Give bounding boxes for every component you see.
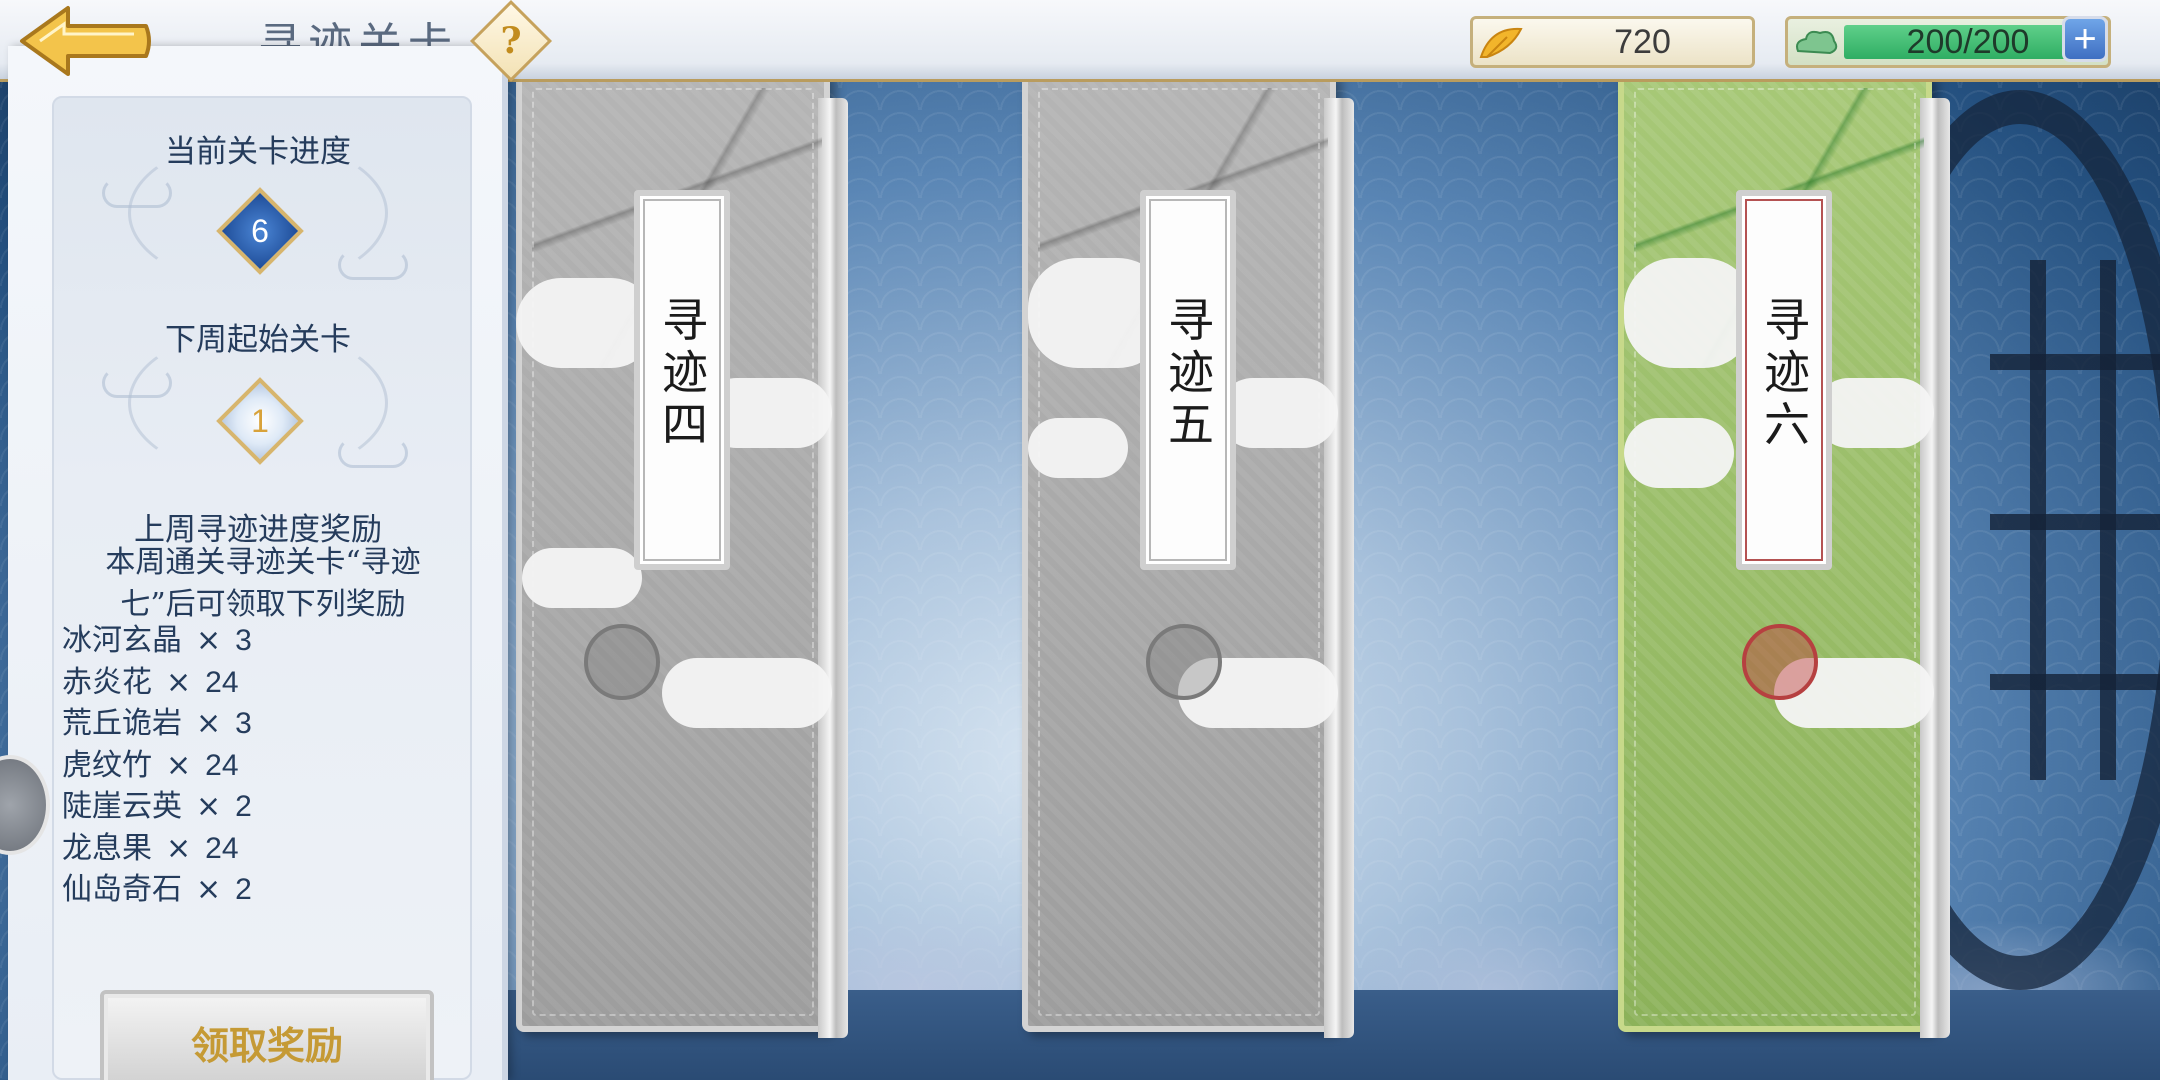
stage-name: 寻迹五 [1161, 296, 1215, 452]
reward-item: 赤炎花 × 24 [62, 664, 239, 700]
coin-value: 720 [1614, 22, 1671, 61]
cloud-decoration [1814, 378, 1934, 448]
cloud-decoration [522, 548, 642, 608]
card-pages [818, 98, 848, 1038]
cloud-decoration [1624, 418, 1734, 488]
cloud-ornament [338, 438, 408, 468]
reward-item: 冰河玄晶 × 3 [62, 623, 252, 658]
progress-panel: 当前关卡进度 6 下周起始关卡 1 上周寻迹进度奖励 本周通关寻迹关卡“寻迹 七… [8, 46, 508, 1080]
cloud-ornament [102, 368, 172, 398]
stage-card-5[interactable]: 寻迹五 [1022, 72, 1354, 1038]
stamina-value: 200/200 [1906, 22, 2030, 61]
next-week-label: 下周起始关卡 [165, 322, 351, 358]
ginkgo-leaf-icon [1479, 27, 1523, 58]
stage-name-scroll: 寻迹六 [1736, 190, 1832, 570]
cloud-decoration [1028, 418, 1128, 478]
stage-name-scroll: 寻迹五 [1140, 190, 1236, 570]
stage-card-4[interactable]: 寻迹四 [516, 72, 848, 1038]
stage-card-6[interactable]: 寻迹六 [1618, 72, 1950, 1038]
cloud-icon [1796, 30, 1838, 55]
seal-stamp-icon [1742, 624, 1818, 700]
stage-name: 寻迹四 [655, 296, 709, 452]
cloud-ornament [338, 250, 408, 280]
help-icon: ? [500, 20, 522, 62]
current-progress-value: 6 [251, 212, 269, 249]
reward-item: 龙息果 × 24 [62, 830, 239, 866]
cloud-ornament [102, 178, 172, 208]
stamina-counter: 200/200 [1785, 16, 2111, 68]
seal-stamp-icon [1146, 624, 1222, 700]
reward-description: 本周通关寻迹关卡“寻迹 七”后可领取下列奖励 [58, 542, 468, 626]
next-week-value: 1 [251, 402, 269, 439]
background-window-lattice [1990, 260, 2160, 780]
stage-name: 寻迹六 [1757, 296, 1811, 452]
card-pages [1920, 98, 1950, 1038]
cloud-decoration [1218, 378, 1338, 448]
reward-desc-line1: 本周通关寻迹关卡“寻迹 [105, 545, 421, 580]
cloud-decoration [1624, 258, 1754, 368]
coin-counter: 720 [1470, 16, 1755, 68]
reward-item: 虎纹竹 × 24 [62, 747, 239, 783]
reward-list: 冰河玄晶 × 3 赤炎花 × 24 荒丘诡岩 × 3 虎纹竹 × 24 陡崖云英 × 2 龙息果 × 2… [62, 620, 252, 911]
seal-stamp-icon [584, 624, 660, 700]
cloud-decoration [662, 658, 832, 728]
stage-name-scroll: 寻迹四 [634, 190, 730, 570]
claim-reward-button[interactable]: 领取奖励 [100, 990, 434, 1080]
reward-item: 荒丘诡岩 × 3 [62, 706, 252, 741]
current-progress-label: 当前关卡进度 [165, 134, 351, 170]
card-pages [1324, 98, 1354, 1038]
reward-item: 仙岛奇石 × 2 [62, 872, 252, 907]
reward-item: 陡崖云英 × 2 [62, 789, 252, 824]
back-button[interactable] [14, 4, 154, 78]
back-arrow-icon [20, 6, 151, 76]
